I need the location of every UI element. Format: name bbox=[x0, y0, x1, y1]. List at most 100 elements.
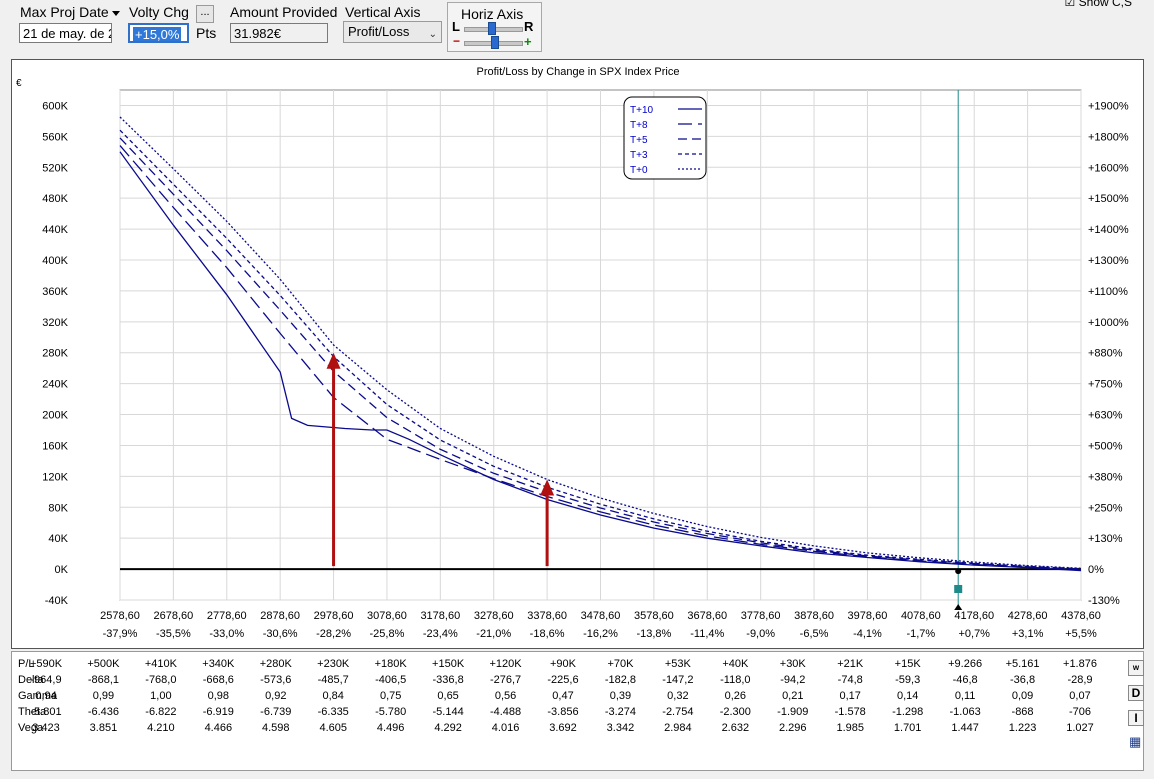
toolbar: ☑ Show C,S Max Proj Date 21 de may. de 2… bbox=[0, 0, 1154, 55]
y-right-tick-label: +250% bbox=[1088, 502, 1123, 514]
greeks-cell: 4.210 bbox=[147, 722, 175, 734]
y-tick-label: 120K bbox=[42, 471, 68, 483]
greeks-cell: 4.016 bbox=[492, 722, 520, 734]
y-right-tick-label: 0% bbox=[1088, 564, 1104, 576]
volty-more-button[interactable]: ... bbox=[196, 5, 214, 23]
greeks-cell: +15K bbox=[895, 658, 922, 670]
x-tick-label: 2778,60 bbox=[207, 610, 247, 622]
amount-provided-field: 31.982€ bbox=[230, 23, 328, 43]
greeks-cell: +5.161 bbox=[1006, 658, 1040, 670]
y-right-tick-label: +130% bbox=[1088, 533, 1123, 545]
x-tick-label: 3778,60 bbox=[741, 610, 781, 622]
x-pct-tick-label: -18,6% bbox=[530, 628, 565, 640]
greeks-cell: -868 bbox=[1012, 706, 1034, 718]
vertical-axis-group: Vertical Axis bbox=[345, 4, 420, 20]
y-tick-label: 240K bbox=[42, 379, 68, 391]
greeks-cell: -118,0 bbox=[720, 674, 750, 686]
greeks-cell: 3.851 bbox=[90, 722, 118, 734]
side-button-i[interactable]: I bbox=[1128, 710, 1144, 726]
chart-panel: Profit/Loss by Change in SPX Index Price… bbox=[11, 59, 1144, 649]
max-proj-date-label: Max Proj Date bbox=[20, 4, 109, 20]
y-tick-label: 320K bbox=[42, 317, 68, 329]
legend-label: T+5 bbox=[630, 135, 648, 146]
x-tick-label: 2978,60 bbox=[314, 610, 354, 622]
horiz-axis-zoom-slider[interactable] bbox=[491, 36, 499, 49]
volty-units: Pts bbox=[196, 25, 217, 41]
greeks-cell: -964,9 bbox=[30, 674, 61, 686]
y-right-tick-label: +1000% bbox=[1088, 317, 1129, 329]
volty-chg-field[interactable]: +15,0% bbox=[128, 23, 189, 43]
greeks-cell: 1.223 bbox=[1009, 722, 1037, 734]
greeks-cell: -28,9 bbox=[1067, 674, 1092, 686]
greeks-cell: +410K bbox=[145, 658, 178, 670]
y-right-tick-label: +750% bbox=[1088, 379, 1123, 391]
y-tick-label: 160K bbox=[42, 440, 68, 452]
greeks-cell: +1.876 bbox=[1063, 658, 1097, 670]
horiz-axis-lr-slider[interactable] bbox=[488, 22, 496, 35]
greeks-cell: +230K bbox=[317, 658, 350, 670]
y-tick-label: 600K bbox=[42, 100, 68, 112]
greeks-cell: +30K bbox=[780, 658, 807, 670]
greeks-cell: 0,94 bbox=[35, 690, 56, 702]
greeks-cell: -6.436 bbox=[88, 706, 119, 718]
x-tick-label: 3278,60 bbox=[474, 610, 514, 622]
greeks-cell: -6.822 bbox=[145, 706, 176, 718]
greeks-cell: 0,75 bbox=[380, 690, 401, 702]
vertical-axis-label: Vertical Axis bbox=[345, 4, 421, 20]
greeks-cell: 4.598 bbox=[262, 722, 290, 734]
greeks-cell: 0,65 bbox=[437, 690, 458, 702]
x-tick-label: 3478,60 bbox=[581, 610, 621, 622]
x-tick-label: 2878,60 bbox=[260, 610, 300, 622]
y-tick-label: 80K bbox=[48, 502, 68, 514]
y-right-tick-label: -130% bbox=[1088, 595, 1120, 607]
show-cs-checkbox[interactable]: ☑ Show C,S bbox=[1065, 0, 1132, 9]
greeks-cell: -1.909 bbox=[777, 706, 808, 718]
greeks-cell: 0,56 bbox=[495, 690, 516, 702]
max-proj-date-field[interactable]: 21 de may. de 2 bbox=[19, 23, 112, 43]
x-pct-tick-label: -25,8% bbox=[370, 628, 405, 640]
greeks-cell: 0,84 bbox=[323, 690, 344, 702]
greeks-table: P/L +590K +500K +410K +340K +280K +230K +180K +1… bbox=[11, 651, 1144, 771]
y-axis-unit-label: € bbox=[16, 78, 22, 89]
x-tick-label: 3578,60 bbox=[634, 610, 674, 622]
export-icon[interactable]: ▦ bbox=[1129, 734, 1141, 750]
x-pct-tick-label: -1,7% bbox=[906, 628, 935, 640]
profit-loss-chart: Profit/Loss by Change in SPX Index Price… bbox=[16, 66, 1129, 640]
show-cs-label: Show C,S bbox=[1078, 0, 1132, 9]
y-tick-label: 440K bbox=[42, 224, 68, 236]
greeks-cell: 4.466 bbox=[205, 722, 233, 734]
x-pct-tick-label: -37,9% bbox=[103, 628, 138, 640]
y-right-tick-label: +1800% bbox=[1088, 131, 1129, 143]
greeks-cell: 2.296 bbox=[779, 722, 807, 734]
greeks-cell: -406,5 bbox=[375, 674, 406, 686]
greeks-cell: -2.754 bbox=[662, 706, 693, 718]
y-tick-label: 480K bbox=[42, 193, 68, 205]
volty-chg-group: Volty Chg bbox=[129, 4, 189, 20]
x-pct-tick-label: +0,7% bbox=[958, 628, 990, 640]
horiz-axis-label: Horiz Axis bbox=[461, 6, 524, 22]
side-button-d[interactable]: D bbox=[1128, 685, 1144, 701]
legend-label: T+0 bbox=[630, 165, 648, 176]
greeks-cell: -5.780 bbox=[375, 706, 406, 718]
greeks-cell: 1,00 bbox=[150, 690, 171, 702]
greeks-cell: 0,07 bbox=[1069, 690, 1090, 702]
x-pct-tick-label: -35,5% bbox=[156, 628, 191, 640]
greeks-cell: +53K bbox=[665, 658, 692, 670]
y-right-tick-label: +1500% bbox=[1088, 193, 1129, 205]
greeks-cell: +340K bbox=[202, 658, 235, 670]
y-tick-label: 0K bbox=[55, 564, 69, 576]
vertical-axis-select[interactable]: Profit/Loss ⌄ bbox=[343, 21, 442, 43]
y-right-tick-label: +1100% bbox=[1088, 286, 1128, 298]
greeks-cell: -1.578 bbox=[835, 706, 866, 718]
greeks-cell: 0,47 bbox=[552, 690, 573, 702]
greeks-cell: +70K bbox=[607, 658, 634, 670]
x-pct-tick-label: -33,0% bbox=[209, 628, 244, 640]
x-pct-tick-label: -4,1% bbox=[853, 628, 882, 640]
x-pct-tick-label: -30,6% bbox=[263, 628, 298, 640]
greeks-cell: -225,6 bbox=[547, 674, 578, 686]
max-proj-date-dropdown[interactable]: Max Proj Date bbox=[20, 4, 120, 20]
side-button-w[interactable]: w bbox=[1128, 660, 1144, 676]
x-tick-label: 3078,60 bbox=[367, 610, 407, 622]
greeks-cell: -5.801 bbox=[30, 706, 61, 718]
greeks-cell: 2.984 bbox=[664, 722, 692, 734]
